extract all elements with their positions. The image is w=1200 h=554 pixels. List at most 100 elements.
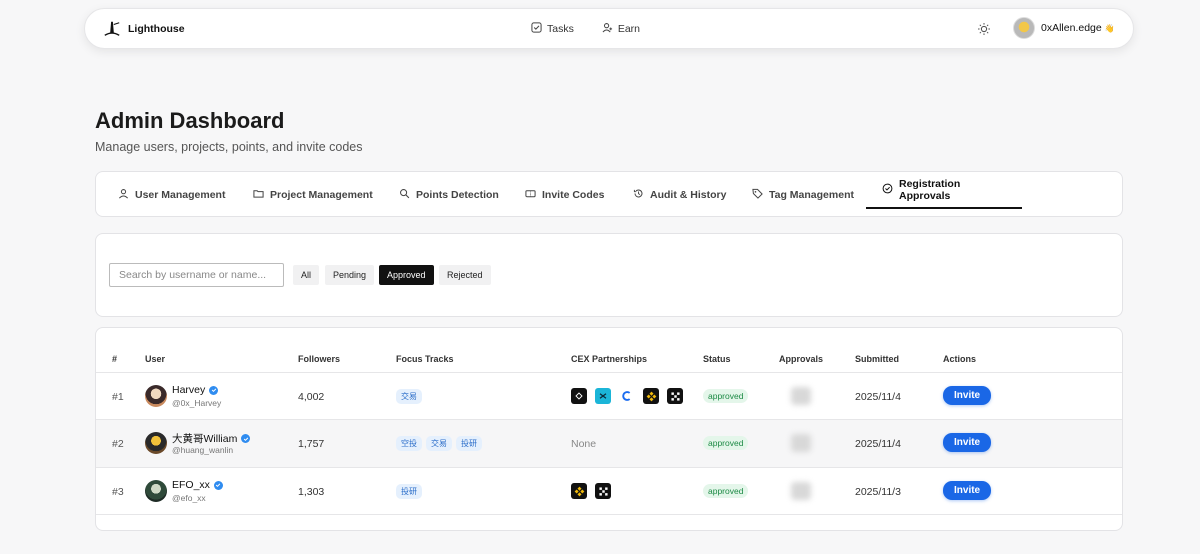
track-tag: 投研 (396, 484, 422, 499)
okx-icon (595, 483, 611, 499)
folder-icon (253, 188, 264, 202)
user-name: 0xAllen.edge (1041, 22, 1102, 34)
row-rank: #2 (112, 438, 124, 450)
table-row[interactable]: #1 Harvey @0x_Harvey 4,002 交易 approved 2… (96, 373, 1122, 420)
filter-pending-button[interactable]: Pending (325, 265, 375, 285)
okx-icon (667, 388, 683, 404)
user-name[interactable]: EFO_xx (172, 479, 223, 491)
column-header: CEX Partnerships (571, 354, 648, 364)
cex-partnerships (571, 483, 611, 499)
approvals-blurred (791, 482, 811, 500)
brand-name: Lighthouse (128, 22, 185, 35)
track-tag: 交易 (396, 389, 422, 404)
column-header: # (112, 354, 118, 364)
history-icon (633, 188, 644, 202)
followers-count: 1,757 (298, 438, 325, 450)
column-header: Approvals (779, 354, 824, 364)
filter-all-button[interactable]: All (293, 265, 320, 285)
avatar (1013, 17, 1035, 39)
status-badge: approved (703, 436, 749, 450)
user-handle: @0x_Harvey (172, 398, 222, 408)
column-header: Submitted (855, 354, 899, 364)
lighthouse-logo-icon (103, 20, 121, 38)
tab-user-management[interactable]: User Management (118, 176, 225, 213)
tab-audit-history[interactable]: Audit & History (633, 176, 726, 213)
user-handle: @efo_xx (172, 493, 206, 503)
invite-button[interactable]: Invite (943, 386, 992, 405)
table-row[interactable]: #2 大黄哥William @huang_wanlin 1,757 空投 交易 … (96, 420, 1122, 467)
submitted-date: 2025/11/4 (855, 438, 901, 450)
cex-none: None (571, 438, 597, 450)
binance-icon (571, 483, 587, 499)
tag-icon (752, 188, 763, 202)
filter-approved-button[interactable]: Approved (379, 265, 434, 285)
avatar[interactable] (145, 432, 167, 454)
filter-rejected-button[interactable]: Rejected (439, 265, 491, 285)
user-name[interactable]: Harvey (172, 384, 219, 396)
row-rank: #3 (112, 486, 124, 498)
tab-label: Invite Codes (542, 188, 605, 201)
column-header: User (145, 354, 166, 364)
approvals-blurred (791, 434, 811, 452)
binance-icon (643, 388, 659, 404)
avatar[interactable] (145, 480, 167, 502)
focus-tracks: 空投 交易 投研 (396, 436, 482, 451)
bitget-icon (571, 388, 587, 404)
user-handle: @huang_wanlin (172, 445, 234, 455)
avatar[interactable] (145, 385, 167, 407)
top-nav-bar: Lighthouse Tasks Earn 0xAllen.edge 👋 (84, 8, 1134, 49)
tab-points-detection[interactable]: Points Detection (399, 176, 499, 213)
followers-count: 4,002 (298, 391, 325, 403)
invite-button[interactable]: Invite (943, 433, 992, 452)
search-input[interactable] (109, 263, 284, 287)
tab-invite-codes[interactable]: Invite Codes (525, 176, 604, 213)
bybit-icon (595, 388, 611, 404)
tab-label: User Management (135, 188, 226, 201)
focus-tracks: 投研 (396, 484, 422, 499)
filter-panel: All Pending Approved Rejected (95, 233, 1123, 317)
approvals-blurred (791, 387, 811, 405)
row-rank: #1 (112, 391, 124, 403)
nav-link-label: Tasks (547, 22, 574, 35)
tab-tag-management[interactable]: Tag Management (752, 176, 854, 213)
ticket-icon (525, 188, 536, 202)
checkbox-icon (531, 21, 542, 36)
column-header: Actions (943, 354, 977, 364)
tab-project-management[interactable]: Project Management (253, 176, 373, 213)
cex-partnerships (571, 388, 683, 404)
submitted-date: 2025/11/4 (855, 391, 901, 403)
user-name[interactable]: 大黄哥William (172, 431, 251, 446)
main-nav: Tasks Earn (531, 21, 640, 36)
users-icon (118, 188, 129, 202)
divider (96, 514, 1122, 515)
registrations-table: # User Followers Focus Tracks CEX Partne… (95, 327, 1123, 531)
invite-button[interactable]: Invite (943, 481, 992, 500)
track-tag: 空投 (396, 436, 422, 451)
user-name-text: EFO_xx (172, 479, 210, 491)
user-menu[interactable]: 0xAllen.edge 👋 (1013, 17, 1115, 39)
page-subtitle: Manage users, projects, points, and invi… (95, 140, 363, 154)
track-tag: 交易 (426, 436, 452, 451)
nav-link-earn[interactable]: Earn (602, 22, 640, 36)
verified-badge-icon (213, 480, 223, 490)
status-badge: approved (703, 484, 749, 498)
followers-count: 1,303 (298, 486, 325, 498)
page-title: Admin Dashboard (95, 108, 285, 133)
table-row[interactable]: #3 EFO_xx @efo_xx 1,303 投研 approved 2025… (96, 468, 1122, 515)
user-earn-icon (602, 22, 613, 36)
check-circle-icon (882, 183, 893, 197)
column-header: Focus Tracks (396, 354, 454, 364)
submitted-date: 2025/11/3 (855, 486, 901, 498)
tab-label: Audit & History (650, 188, 727, 201)
nav-link-tasks[interactable]: Tasks (531, 21, 574, 36)
sun-icon[interactable] (977, 22, 991, 36)
tab-label: Points Detection (416, 188, 499, 201)
verified-badge-icon (241, 434, 251, 443)
user-name-emoji: 👋 (1104, 23, 1115, 33)
tab-label: Registration Approvals (899, 177, 961, 202)
column-header: Status (703, 354, 731, 364)
tab-registration-approvals[interactable]: Registration Approvals (866, 172, 1022, 209)
brand[interactable]: Lighthouse (103, 20, 185, 38)
user-name-text: 大黄哥William (172, 433, 238, 445)
status-badge: approved (703, 389, 749, 403)
